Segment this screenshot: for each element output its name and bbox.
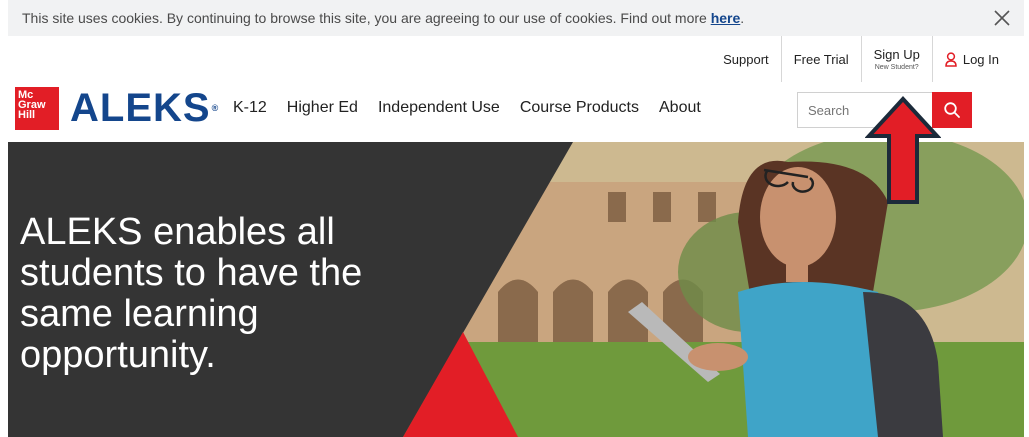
- log-in-link[interactable]: Log In: [931, 36, 1011, 82]
- cookie-message: This site uses cookies. By continuing to…: [22, 10, 745, 26]
- cookie-banner: This site uses cookies. By continuing to…: [8, 0, 1024, 36]
- sign-up-subtitle: New Student?: [874, 64, 919, 71]
- search-icon: [944, 102, 960, 118]
- support-link[interactable]: Support: [711, 36, 781, 82]
- free-trial-link[interactable]: Free Trial: [780, 36, 861, 82]
- nav-item-course-products[interactable]: Course Products: [520, 99, 639, 117]
- nav-item-independent-use[interactable]: Independent Use: [378, 99, 500, 117]
- main-nav: K-12 Higher Ed Independent Use Course Pr…: [233, 99, 701, 117]
- red-up-arrow-icon: [865, 96, 941, 204]
- user-icon: [945, 51, 957, 67]
- nav-item-k12[interactable]: K-12: [233, 99, 267, 117]
- close-icon[interactable]: [992, 8, 1012, 28]
- cookie-here-link[interactable]: here: [711, 10, 741, 26]
- nav-item-about[interactable]: About: [659, 99, 701, 117]
- nav-item-higher-ed[interactable]: Higher Ed: [287, 99, 358, 117]
- aleks-logo[interactable]: ALEKS®: [70, 88, 219, 128]
- hero-headline: ALEKS enables all students to have the s…: [20, 211, 363, 376]
- mcgraw-hill-logo[interactable]: Mc Graw Hill: [15, 87, 59, 130]
- sign-up-link[interactable]: Sign Up New Student?: [860, 36, 932, 82]
- utility-nav: Support Free Trial Sign Up New Student? …: [711, 36, 1011, 82]
